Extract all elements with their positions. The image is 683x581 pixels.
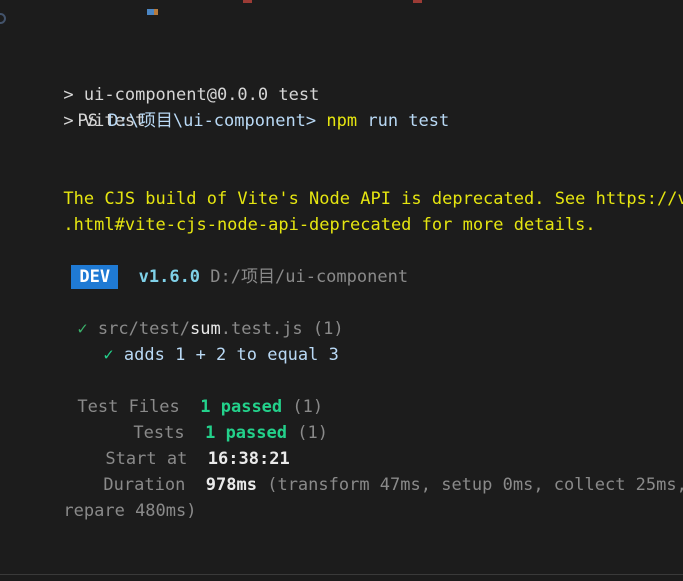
- test-file-result-row: ✓ src/test/sum.test.js (1): [0, 290, 683, 339]
- deprecation-warning-text-2: .html#vite-cjs-node-api-deprecated for m…: [63, 215, 596, 235]
- prompt-ps-label: PS: [77, 111, 98, 131]
- npm-script-name: ui-component@0.0.0 test: [83, 85, 320, 105]
- test-file-check-icon: ✓: [77, 319, 88, 339]
- test-file-extension: .test.js: [220, 319, 303, 339]
- test-case-check-icon: ✓: [103, 345, 114, 365]
- scrolled-line-artifact-left: [243, 0, 252, 3]
- dev-banner-line: DEV v1.6.0 D:/项目/ui-component: [0, 238, 683, 289]
- prompt-path: D:\项目\ui-component>: [108, 111, 317, 131]
- summary-duration-breakdown: (transform 47ms, setup 0ms, collect 25ms…: [256, 475, 683, 495]
- deprecation-warning-text-1: The CJS build of Vite's Node API is depr…: [63, 189, 683, 209]
- summary-label-start-at: Start at: [105, 449, 188, 469]
- render-artifact-orange: [154, 9, 158, 15]
- terminal-window[interactable]: PS D:\项目\ui-component> npm run test > ui…: [0, 0, 683, 581]
- project-path: D:/项目/ui-component: [210, 267, 409, 287]
- dev-badge: DEV: [71, 265, 119, 289]
- summary-value-test-files: 1 passed: [200, 397, 283, 417]
- vitest-version: v1.6.0: [138, 267, 201, 287]
- summary-value-start-at: 16:38:21: [207, 449, 290, 469]
- command-args: run test: [357, 111, 450, 131]
- scrolled-line-artifact-right: [413, 0, 422, 3]
- npm-script-name-line: > ui-component@0.0.0 test: [0, 56, 683, 105]
- prompt-line[interactable]: PS D:\项目\ui-component> npm run test: [0, 4, 683, 131]
- render-artifact-blue: [147, 9, 154, 15]
- summary-value-duration: 978ms: [205, 475, 257, 495]
- summary-count-test-files: (1): [292, 397, 324, 417]
- summary-value-tests: 1 passed: [205, 423, 287, 443]
- test-file-basename: sum: [190, 319, 221, 339]
- summary-label-duration: Duration: [103, 475, 186, 495]
- summary-duration-breakdown-wrap: repare 480ms): [63, 501, 197, 521]
- summary-row-test-files: Test Files 1 passed (1): [0, 368, 683, 417]
- test-file-count: (1): [302, 319, 344, 339]
- summary-count-tests: (1): [297, 423, 328, 443]
- summary-label-tests: Tests: [133, 423, 185, 443]
- summary-label-test-files: Test Files: [77, 397, 180, 417]
- test-file-dir: src/test/: [97, 319, 191, 339]
- command-program: npm: [326, 111, 358, 131]
- bottom-strip: [0, 575, 683, 581]
- pass-status-line: PASS Waiting for file changes...: [0, 550, 683, 581]
- terminal-output: PS D:\项目\ui-component> npm run test > ui…: [0, 4, 683, 581]
- prompt-bullet-icon: [0, 13, 6, 24]
- test-case-name: adds 1 + 2 to equal 3: [123, 345, 339, 365]
- deprecation-warning-line-1: The CJS build of Vite's Node API is depr…: [0, 160, 683, 209]
